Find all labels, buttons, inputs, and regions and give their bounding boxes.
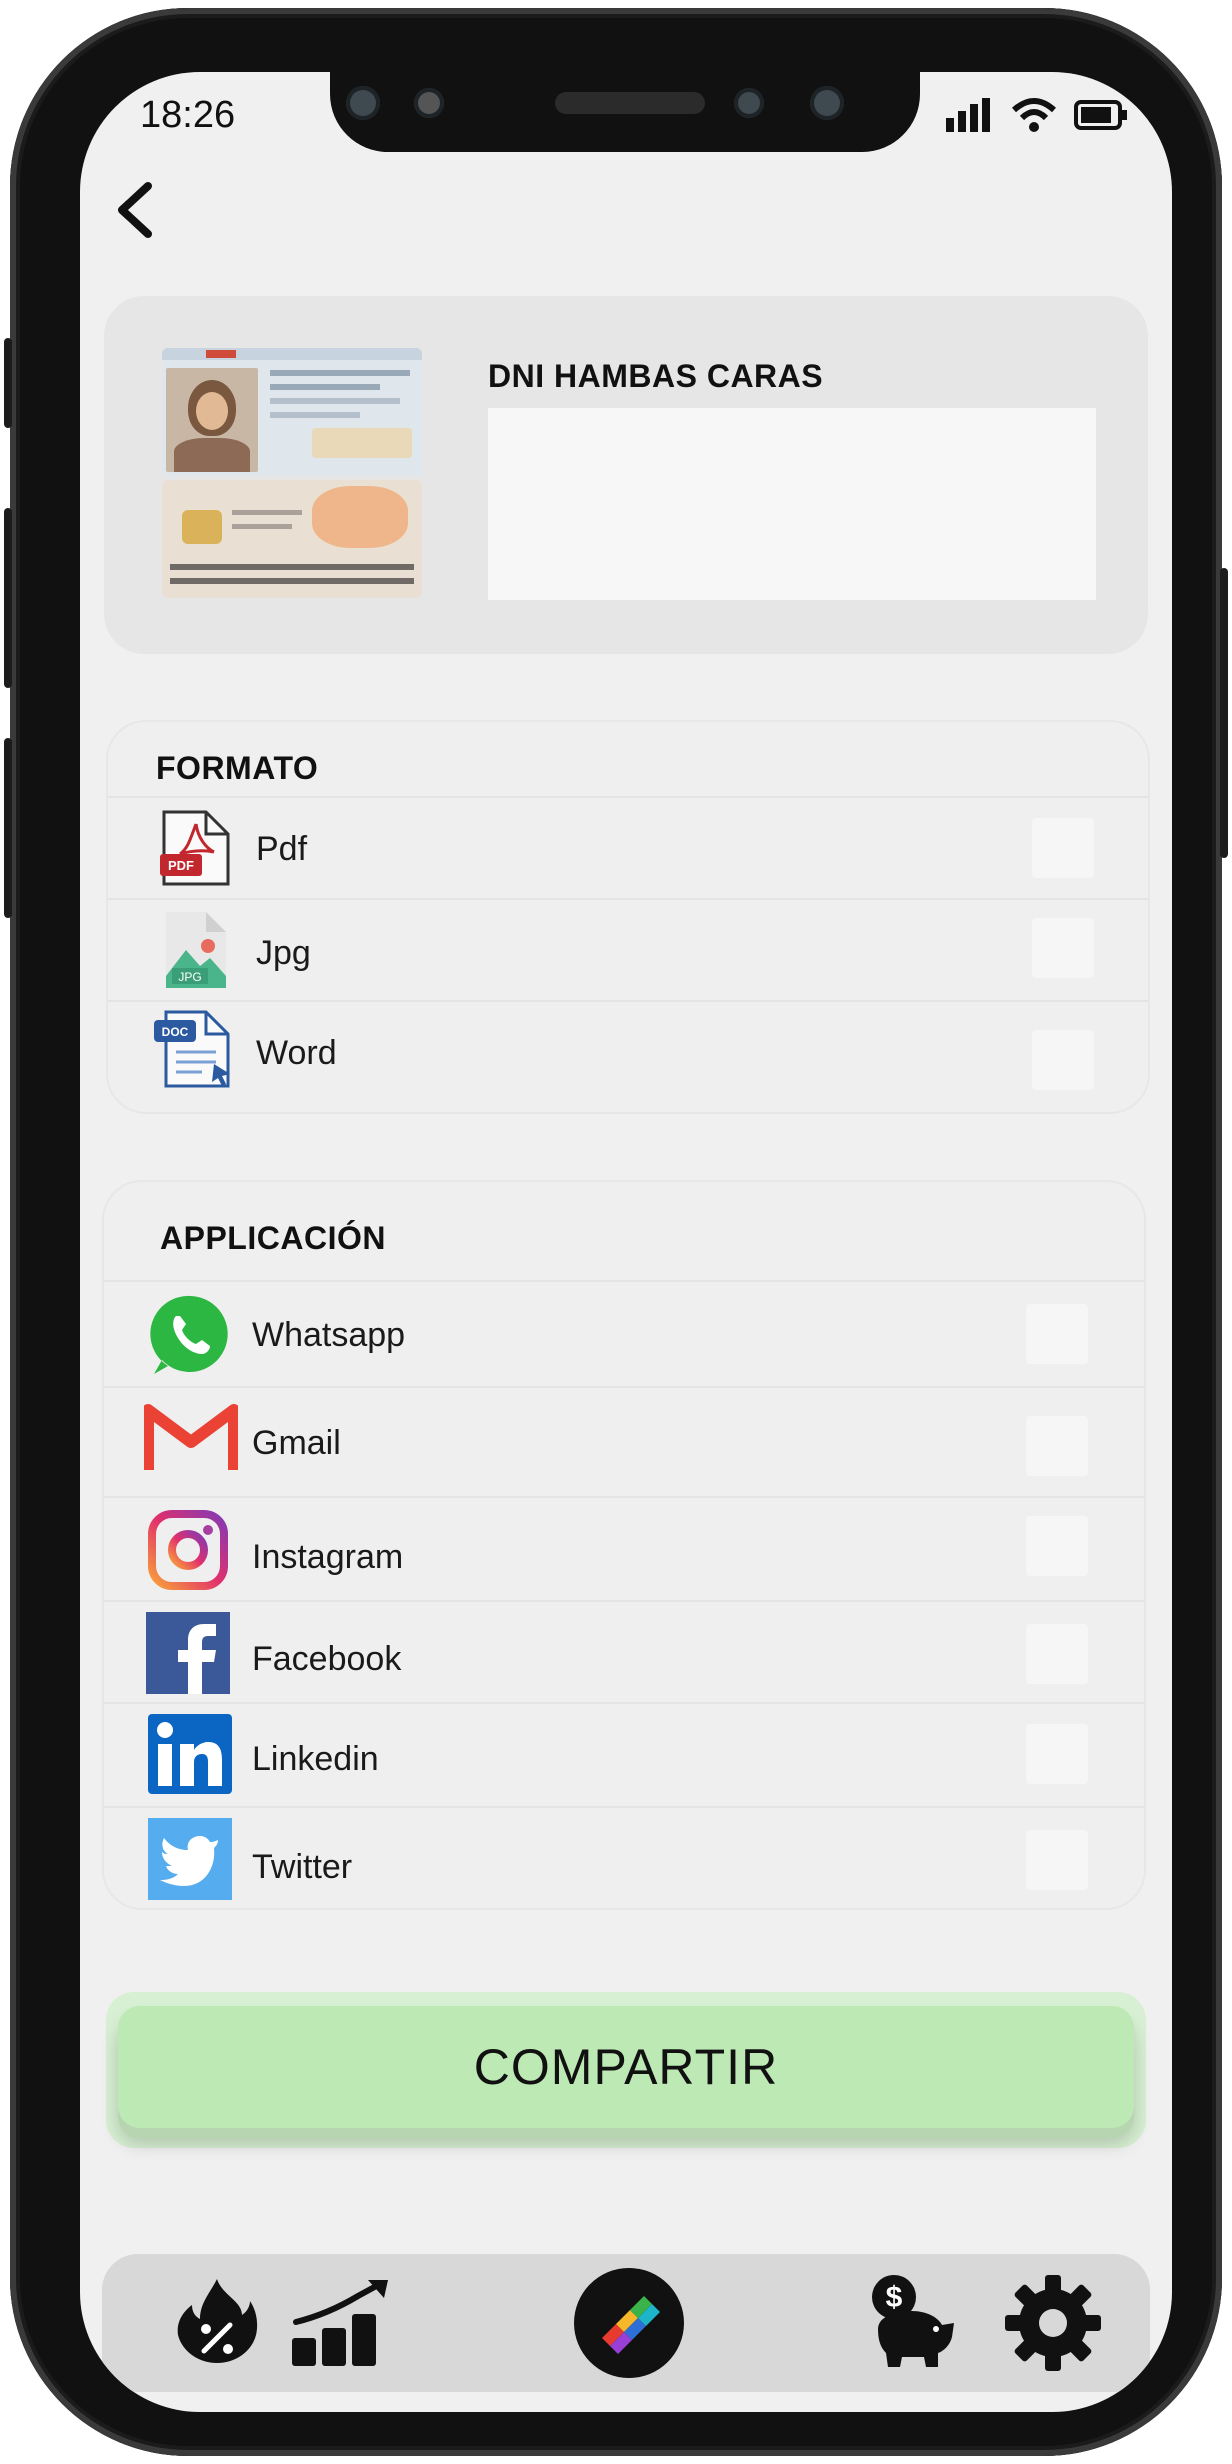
app-label-gmail: Gmail	[252, 1424, 341, 1462]
savings-piggy-icon: $	[872, 2275, 954, 2367]
power-button	[1220, 568, 1228, 858]
format-label-pdf: Pdf	[256, 830, 308, 868]
discount-fire-icon	[177, 2279, 258, 2364]
format-row-jpg[interactable]: JPG Jpg	[108, 898, 1148, 1000]
facebook-icon	[146, 1612, 230, 1694]
front-camera	[734, 88, 764, 118]
format-row-pdf[interactable]: PDF Pdf	[108, 796, 1148, 898]
share-button[interactable]: COMPARTIR	[118, 2006, 1134, 2128]
app-logo-icon	[574, 2268, 684, 2378]
doc-badge: DOC	[162, 1025, 189, 1039]
jpg-file-icon: JPG	[166, 912, 226, 988]
battery-icon	[1074, 100, 1127, 130]
whatsapp-checkbox[interactable]	[1026, 1304, 1088, 1364]
twitter-icon	[148, 1818, 232, 1900]
app-row-linkedin[interactable]: Linkedin	[104, 1702, 1144, 1806]
doc-file-icon: DOC	[154, 1010, 230, 1088]
format-panel: FORMATO PDF Pdf JPG Jpg DOC Word	[106, 720, 1150, 1114]
back-arrow-icon[interactable]	[108, 180, 168, 240]
screen: 18:26 DNI HAMBAS CARAS FORMATO PDF Pdf J…	[80, 72, 1172, 2412]
jpg-badge: JPG	[178, 970, 201, 984]
gmail-icon	[144, 1404, 238, 1470]
app-label-whatsapp: Whatsapp	[252, 1316, 406, 1354]
front-sensor	[346, 86, 380, 120]
pdf-badge: PDF	[168, 858, 194, 873]
mute-switch	[4, 338, 12, 428]
document-preview-area	[488, 408, 1096, 600]
app-label-twitter: Twitter	[252, 1848, 353, 1886]
instagram-checkbox[interactable]	[1026, 1516, 1088, 1576]
app-row-gmail[interactable]: Gmail	[104, 1386, 1144, 1496]
document-title: DNI HAMBAS CARAS	[488, 358, 824, 394]
signal-icon	[946, 98, 990, 132]
bottom-nav-bar: $	[102, 2254, 1150, 2392]
format-label-word: Word	[256, 1034, 337, 1072]
proximity-sensor	[414, 88, 444, 118]
svg-text:$: $	[886, 2281, 903, 2314]
notch	[330, 72, 920, 152]
app-label-instagram: Instagram	[252, 1538, 404, 1576]
id-card-image	[162, 348, 422, 598]
wifi-icon	[1012, 98, 1056, 132]
format-section-title: FORMATO	[156, 750, 319, 786]
app-row-instagram[interactable]: Instagram	[104, 1496, 1144, 1600]
phone-frame: 18:26 DNI HAMBAS CARAS FORMATO PDF Pdf J…	[4, 8, 1228, 2456]
app-row-whatsapp[interactable]: Whatsapp	[104, 1280, 1144, 1386]
volume-down-button	[4, 738, 12, 918]
nav-growth[interactable]	[288, 2268, 398, 2378]
pdf-checkbox[interactable]	[1032, 818, 1094, 878]
gmail-checkbox[interactable]	[1026, 1416, 1088, 1476]
app-panel: APPLICACIÓN Whatsapp Gmail Instagram Fac…	[102, 1180, 1146, 1910]
pdf-file-icon: PDF	[160, 810, 230, 886]
face-sensor	[810, 86, 844, 120]
nav-settings[interactable]	[998, 2268, 1108, 2378]
twitter-checkbox[interactable]	[1026, 1830, 1088, 1890]
app-label-facebook: Facebook	[252, 1640, 402, 1678]
app-row-facebook[interactable]: Facebook	[104, 1600, 1144, 1702]
linkedin-icon	[148, 1714, 232, 1794]
app-section-title: APPLICACIÓN	[160, 1220, 386, 1256]
document-card: DNI HAMBAS CARAS	[104, 296, 1148, 654]
word-checkbox[interactable]	[1032, 1030, 1094, 1090]
nav-discounts[interactable]	[162, 2268, 272, 2378]
app-row-twitter[interactable]: Twitter	[104, 1806, 1144, 1908]
growth-chart-icon	[292, 2280, 388, 2366]
app-label-linkedin: Linkedin	[252, 1740, 379, 1778]
whatsapp-icon	[150, 1295, 228, 1374]
status-icons	[946, 98, 1128, 132]
jpg-checkbox[interactable]	[1032, 918, 1094, 978]
nav-savings[interactable]: $	[854, 2268, 970, 2378]
facebook-checkbox[interactable]	[1026, 1624, 1088, 1684]
format-row-word[interactable]: DOC Word	[108, 1000, 1148, 1112]
format-label-jpg: Jpg	[256, 934, 311, 972]
nav-home[interactable]	[570, 2264, 688, 2382]
status-time: 18:26	[140, 94, 236, 136]
volume-up-button	[4, 508, 12, 688]
earpiece-speaker	[555, 92, 705, 114]
settings-gear-icon	[1005, 2275, 1101, 2371]
linkedin-checkbox[interactable]	[1026, 1724, 1088, 1784]
instagram-icon	[148, 1510, 228, 1590]
